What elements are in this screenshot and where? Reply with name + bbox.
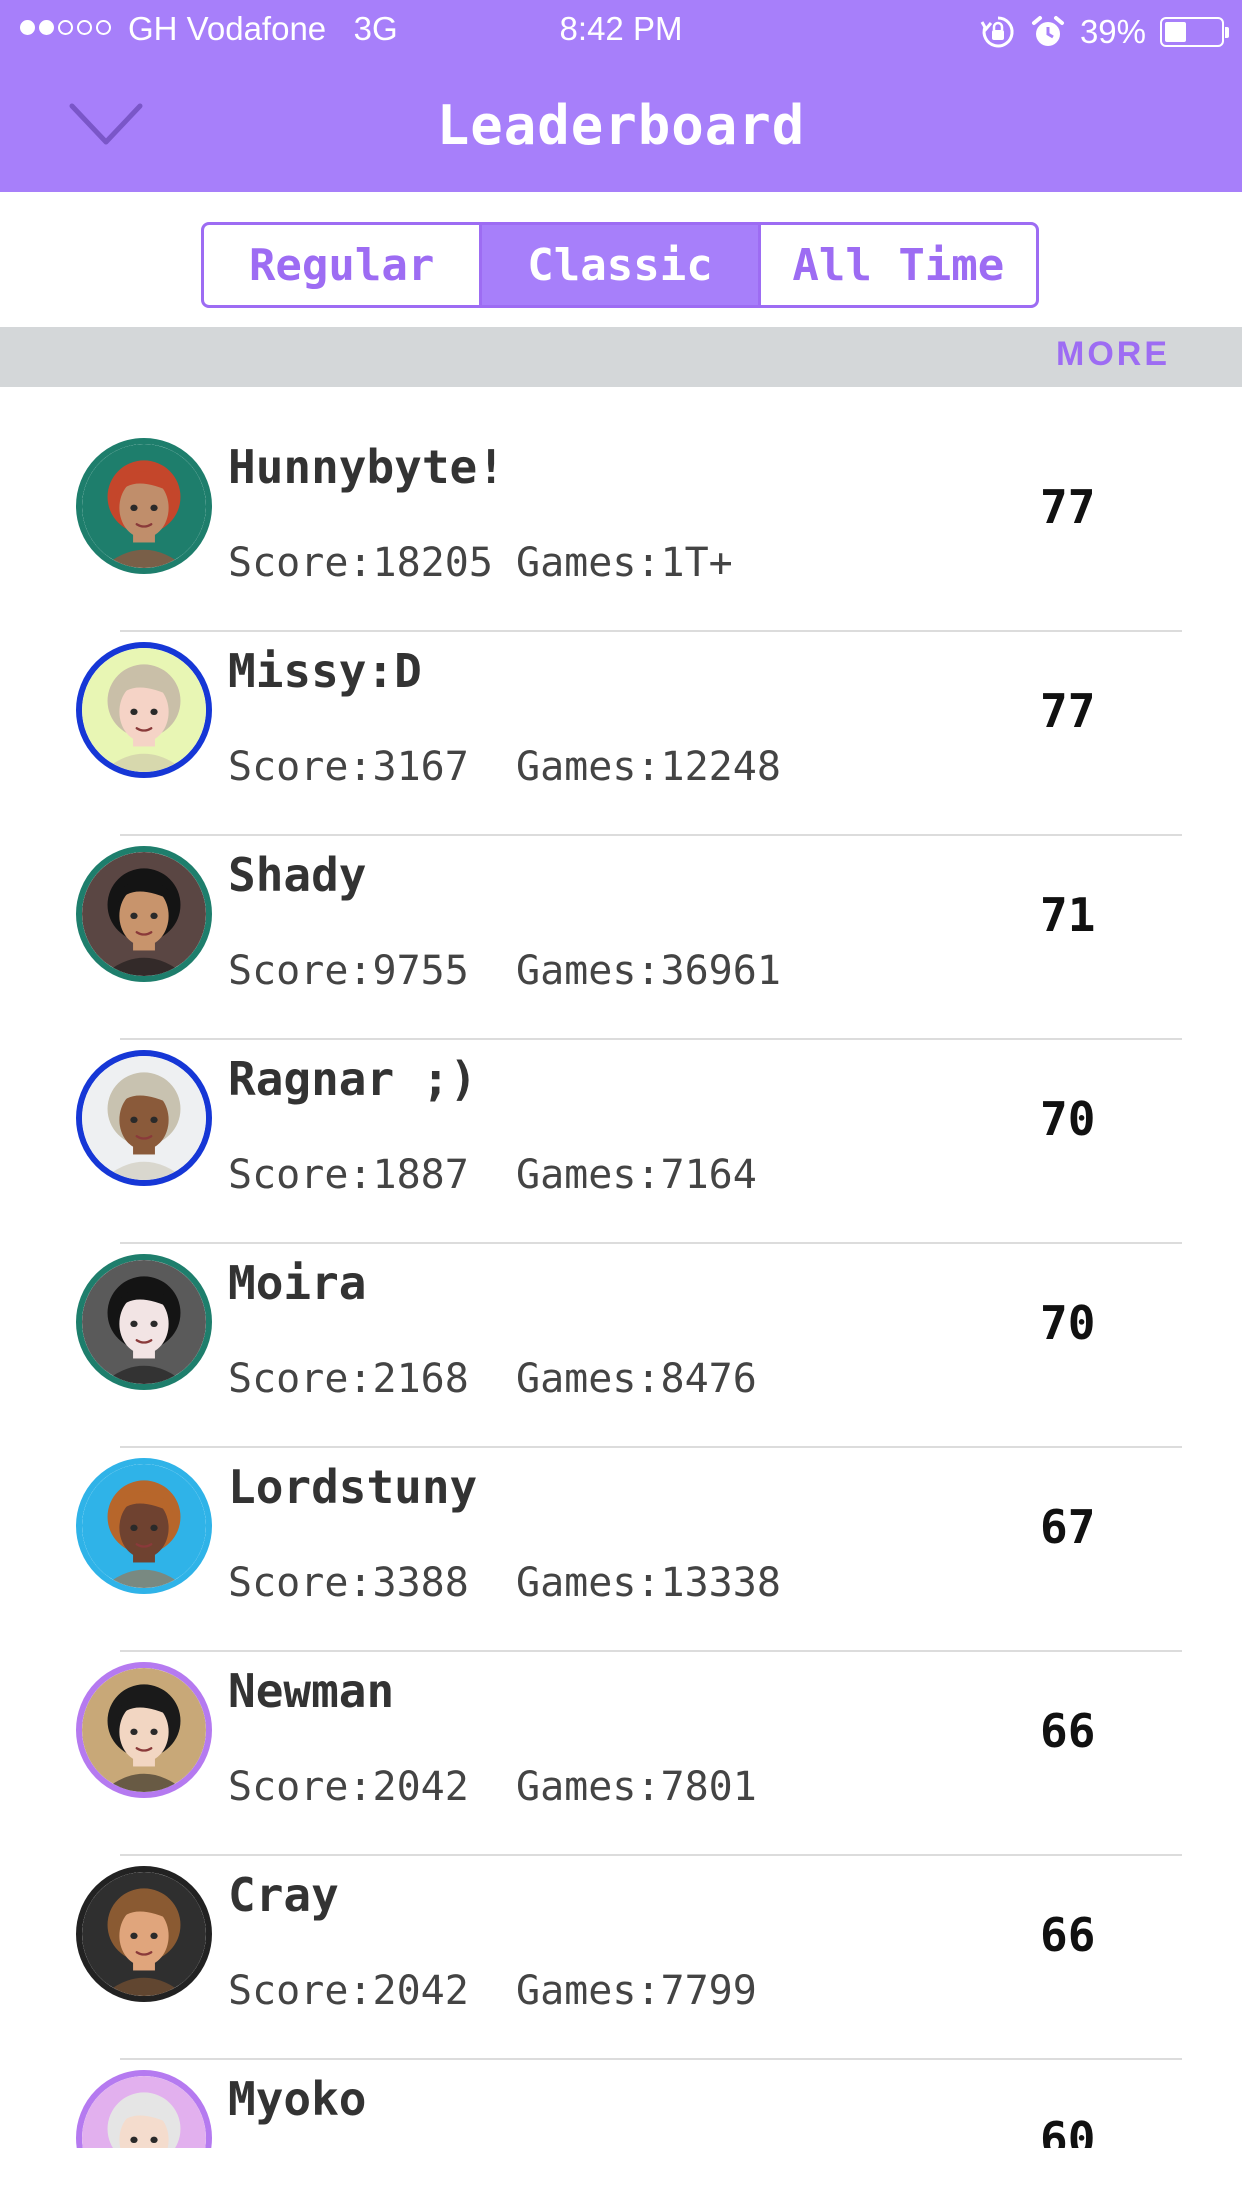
avatar[interactable] (76, 438, 212, 574)
more-button[interactable]: MORE (1056, 335, 1170, 374)
player-name: Moira (228, 1256, 367, 1310)
avatar[interactable] (76, 2070, 212, 2148)
avatar-illustration (82, 852, 206, 976)
leaderboard-row[interactable]: Hunnybyte! Score:18205 Games:1T+ 77 (0, 428, 1242, 632)
avatar[interactable] (76, 1050, 212, 1186)
player-games: Games:36961 (516, 948, 781, 994)
player-games: Games:13338 (516, 1560, 781, 1606)
avatar-illustration (82, 1872, 206, 1996)
player-score: Score:9755 (228, 948, 469, 994)
player-rating: 71 (1040, 888, 1096, 942)
player-games: Games:7801 (516, 1764, 757, 1810)
player-rating: 66 (1040, 1908, 1096, 1962)
page-title: Leaderboard (436, 94, 806, 157)
player-games: Games:1T+ (516, 540, 733, 586)
leaderboard-row[interactable]: Newman Score:2042 Games:7801 66 (0, 1652, 1242, 1856)
battery-icon (1160, 17, 1229, 47)
leaderboard-list[interactable]: Hunnybyte! Score:18205 Games:1T+ 77 Missy:D S… (0, 428, 1242, 2148)
player-score: Score:2168 (228, 1356, 469, 1402)
avatar[interactable] (76, 1254, 212, 1390)
player-name: Hunnybyte! (228, 440, 505, 494)
tab-regular[interactable]: Regular (204, 225, 479, 305)
leaderboard-row[interactable]: Moira Score:2168 Games:8476 70 (0, 1244, 1242, 1448)
avatar[interactable] (76, 1662, 212, 1798)
battery-fill (1165, 22, 1187, 42)
leaderboard-row[interactable]: Ragnar ;) Score:1887 Games:7164 70 (0, 1040, 1242, 1244)
player-name: Myoko (228, 2072, 367, 2126)
player-games: Games:8476 (516, 1356, 757, 1402)
avatar-illustration (82, 1464, 206, 1588)
player-score: Score:3167 (228, 744, 469, 790)
status-bar: GH Vodafone 3G 8:42 PM 39% (0, 0, 1242, 60)
player-name: Shady (228, 848, 367, 902)
player-rating: 77 (1040, 684, 1096, 738)
player-score: Score:2042 (228, 1764, 469, 1810)
battery-percent: 39% (1079, 13, 1146, 50)
app-header: GH Vodafone 3G 8:42 PM 39% Leaderboard (0, 0, 1242, 192)
avatar-illustration (82, 2076, 206, 2148)
tab-all-time[interactable]: All Time (757, 225, 1036, 305)
avatar-illustration (82, 1668, 206, 1792)
player-rating: 77 (1040, 480, 1096, 534)
leaderboard-row[interactable]: Lordstuny Score:3388 Games:13338 67 (0, 1448, 1242, 1652)
player-name: Lordstuny (228, 1460, 478, 1514)
orientation-lock-icon (980, 14, 1016, 50)
player-score: Score:3388 (228, 1560, 469, 1606)
avatar-illustration (82, 1056, 206, 1180)
player-name: Newman (228, 1664, 395, 1718)
avatar[interactable] (76, 1458, 212, 1594)
avatar-illustration (82, 648, 206, 772)
player-name: Cray (228, 1868, 339, 1922)
status-right-group: 39% (980, 12, 1229, 52)
avatar-illustration (82, 444, 206, 568)
leaderboard-row[interactable]: Missy:D Score:3167 Games:12248 77 (0, 632, 1242, 836)
avatar[interactable] (76, 846, 212, 982)
avatar-illustration (82, 1260, 206, 1384)
tab-classic[interactable]: Classic (479, 225, 758, 305)
leaderboard-tabs: Regular Classic All Time (201, 222, 1039, 308)
player-games: Games:7164 (516, 1152, 757, 1198)
avatar[interactable] (76, 642, 212, 778)
player-name: Missy:D (228, 644, 422, 698)
player-games: Games:7799 (516, 1968, 757, 2014)
more-bar: MORE (0, 327, 1242, 387)
avatar[interactable] (76, 1866, 212, 2002)
leaderboard-row[interactable]: Cray Score:2042 Games:7799 66 (0, 1856, 1242, 2060)
leaderboard-row[interactable]: Myoko 60 (0, 2060, 1242, 2148)
player-name: Ragnar ;) (228, 1052, 478, 1106)
player-score: Score:1887 (228, 1152, 469, 1198)
player-score: Score:18205 (228, 540, 493, 586)
player-rating: 70 (1040, 1296, 1096, 1350)
player-rating: 60 (1040, 2112, 1096, 2148)
player-rating: 66 (1040, 1704, 1096, 1758)
player-rating: 67 (1040, 1500, 1096, 1554)
leaderboard-row[interactable]: Shady Score:9755 Games:36961 71 (0, 836, 1242, 1040)
player-games: Games:12248 (516, 744, 781, 790)
player-score: Score:2042 (228, 1968, 469, 2014)
alarm-clock-icon (1030, 14, 1066, 50)
player-rating: 70 (1040, 1092, 1096, 1146)
